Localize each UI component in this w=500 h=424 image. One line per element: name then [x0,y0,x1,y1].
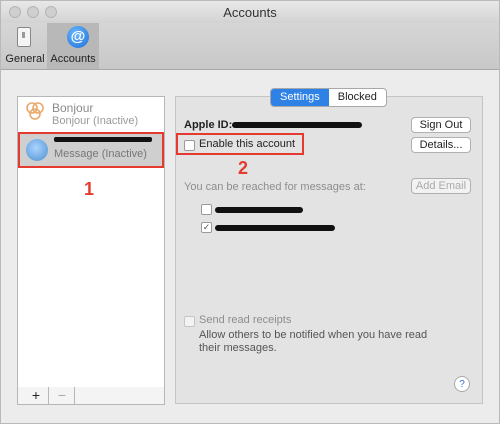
send-read-receipts-checkbox[interactable] [184,316,195,327]
annotation-number-1: 1 [84,179,95,199]
settings-segmented-control[interactable]: Settings Blocked [270,88,387,107]
send-read-receipts-label: Send read receipts [199,314,292,326]
tab-blocked[interactable]: Blocked [329,89,386,106]
general-switch-icon [17,27,31,47]
read-receipts-description-2: their messages. [199,342,277,354]
bonjour-status: Bonjour (Inactive) [52,115,139,127]
tab-settings[interactable]: Settings [271,89,329,106]
remove-account-button[interactable]: − [50,387,75,404]
tab-accounts[interactable]: @ Accounts [47,23,99,69]
help-button[interactable]: ? [454,376,470,392]
bonjour-name: Bonjour [52,101,94,115]
redacted-email-address [215,225,335,231]
list-item-bonjour[interactable]: Bonjour Bonjour (Inactive) [18,97,164,133]
redacted-phone-number [215,207,303,213]
title-bar: Accounts [1,1,499,23]
annotation-box-2 [176,133,304,155]
accounts-list-footer: + − [17,387,165,405]
add-account-button[interactable]: + [24,387,49,404]
apple-id-label: Apple ID: [184,119,233,131]
read-receipts-description-1: Allow others to be notified when you hav… [199,329,428,341]
annotation-number-2: 2 [238,158,249,178]
preferences-toolbar: General @ Accounts [1,23,499,70]
annotation-box-1 [18,132,164,168]
email-address-checkbox[interactable]: ✓ [201,222,212,233]
bonjour-icon [26,102,44,120]
sign-out-button[interactable]: Sign Out [411,117,471,133]
tab-accounts-label: Accounts [50,53,96,65]
tab-general-label: General [5,53,45,65]
add-email-button[interactable]: Add Email [411,178,471,194]
phone-address-checkbox[interactable] [201,204,212,215]
reached-at-label: You can be reached for messages at: [184,181,366,193]
at-sign-icon: @ [67,26,89,48]
redacted-apple-id [232,122,362,128]
tab-general[interactable]: General [5,23,45,69]
details-button[interactable]: Details... [411,137,471,153]
window-title: Accounts [223,5,277,20]
